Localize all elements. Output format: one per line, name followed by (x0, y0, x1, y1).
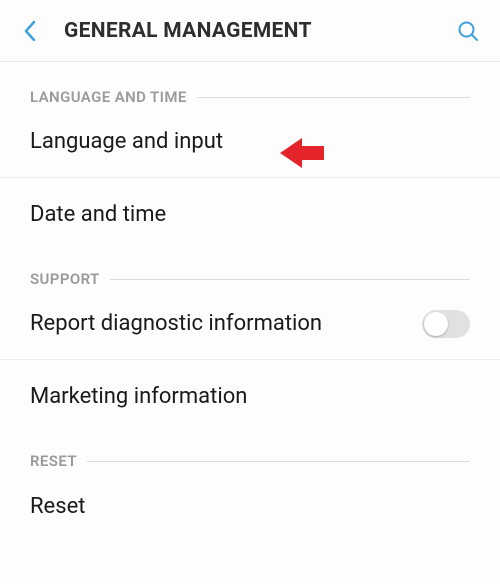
section-header-support: SUPPORT (0, 250, 500, 288)
page-title: GENERAL MANAGEMENT (64, 19, 454, 43)
toggle-report-diagnostic[interactable] (422, 310, 470, 338)
row-language-and-input[interactable]: Language and input (0, 106, 500, 178)
row-label: Reset (30, 494, 470, 519)
row-reset[interactable]: Reset (0, 470, 500, 542)
section-label: SUPPORT (30, 270, 100, 288)
section-label: RESET (30, 452, 77, 470)
row-label: Marketing information (30, 384, 470, 409)
section-label: LANGUAGE AND TIME (30, 88, 187, 106)
row-label: Report diagnostic information (30, 311, 422, 336)
search-icon[interactable] (454, 17, 482, 45)
section-header-reset: RESET (0, 432, 500, 470)
divider (87, 461, 470, 462)
divider (110, 279, 470, 280)
row-marketing-information[interactable]: Marketing information (0, 360, 500, 432)
row-report-diagnostic[interactable]: Report diagnostic information (0, 288, 500, 360)
header-bar: GENERAL MANAGEMENT (0, 0, 500, 62)
back-icon[interactable] (18, 19, 42, 43)
row-date-and-time[interactable]: Date and time (0, 178, 500, 250)
row-label: Language and input (30, 129, 470, 154)
chevron-left-icon (23, 20, 37, 42)
magnifier-icon (456, 19, 480, 43)
settings-content: LANGUAGE AND TIME Language and input Dat… (0, 62, 500, 542)
row-label: Date and time (30, 202, 470, 227)
toggle-knob (424, 312, 448, 336)
divider (197, 97, 470, 98)
section-header-language-time: LANGUAGE AND TIME (0, 62, 500, 106)
